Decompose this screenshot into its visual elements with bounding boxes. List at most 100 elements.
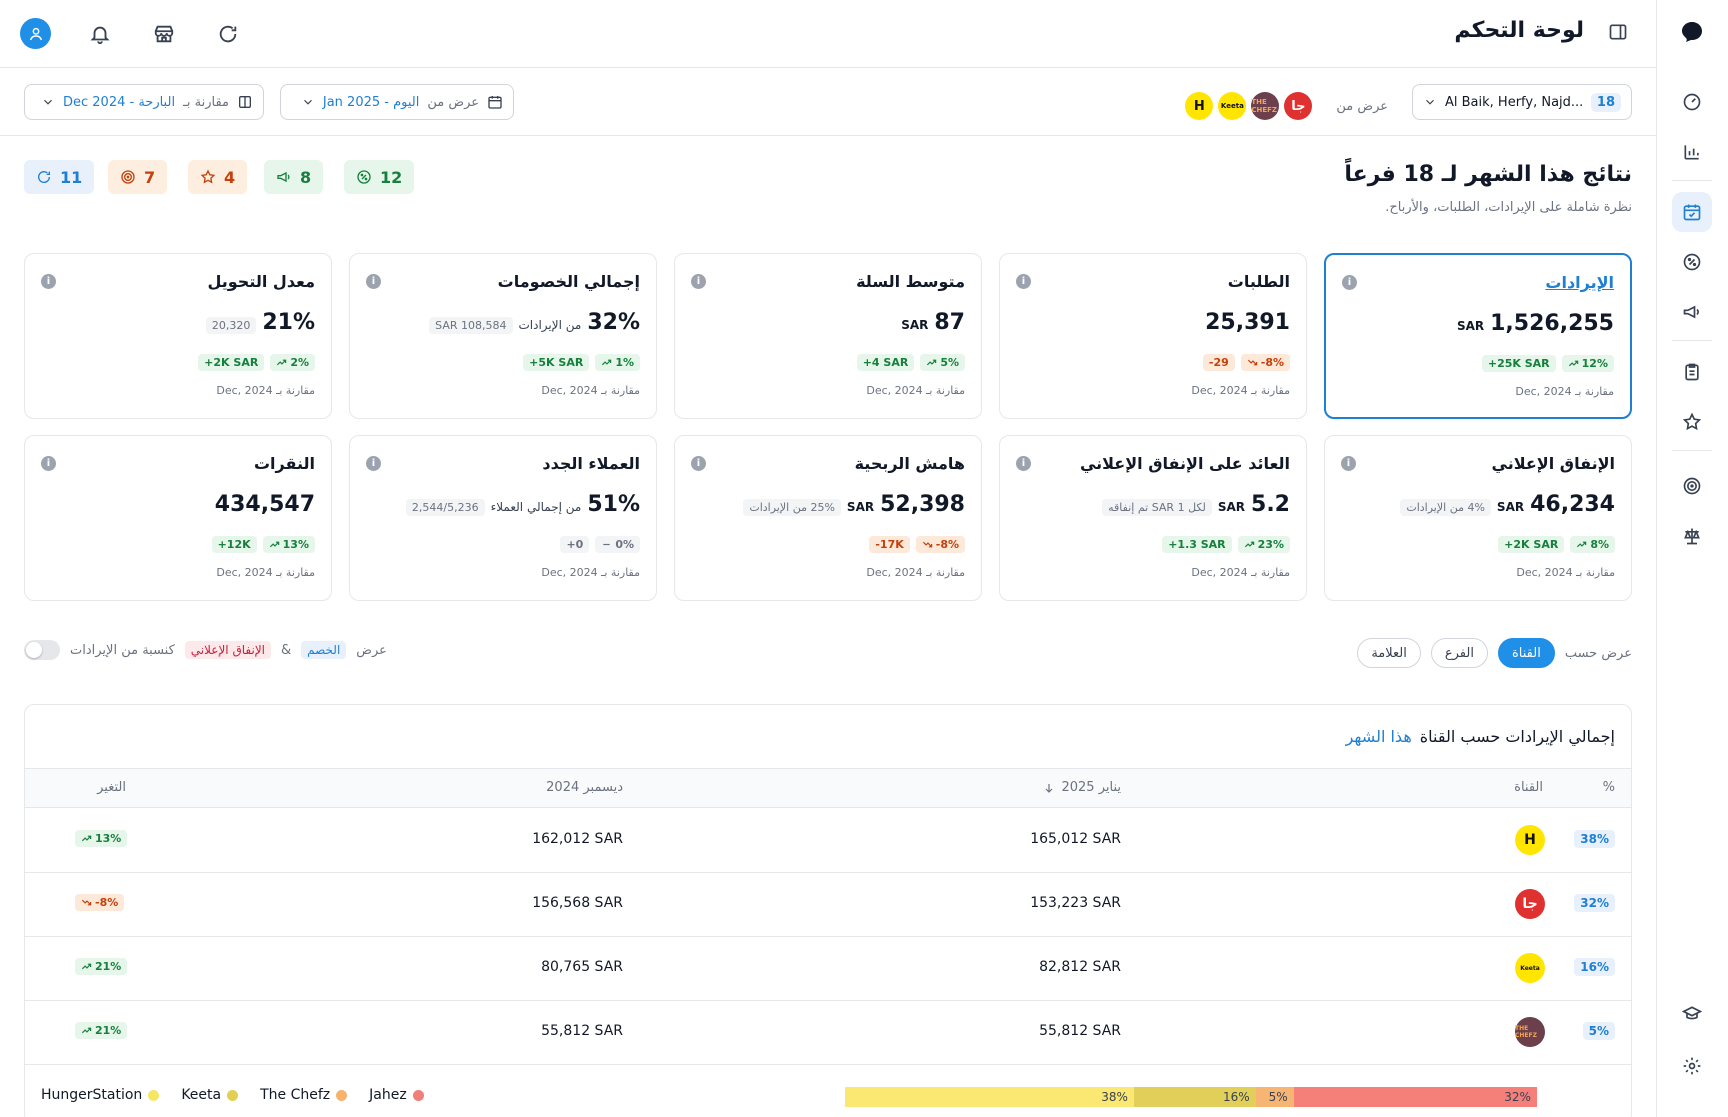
- col-pct: %: [1602, 780, 1615, 795]
- kpi-card[interactable]: النقرات i 434,547 13% +12K مقارنة بـ Dec, 202…: [24, 435, 332, 601]
- user-avatar-icon[interactable]: [20, 18, 51, 49]
- kpi-tag: لكل 1 SAR تم إنفاقه: [1102, 499, 1212, 516]
- row-pct: 38%: [1574, 830, 1615, 848]
- show-label: عرض: [356, 642, 387, 658]
- kpi-card[interactable]: هامش الربحية i 52,398 SAR 25% من الإيرادات -8…: [674, 435, 982, 601]
- kpi-deltas: 2% +2K SAR: [198, 354, 315, 371]
- gauge-icon[interactable]: [1672, 82, 1712, 122]
- channel-filter[interactable]: عرض من جا THE CHEFZ Keeta H: [1185, 92, 1388, 120]
- megaphone-icon[interactable]: [1672, 292, 1712, 332]
- trend-arrow-icon: [81, 961, 92, 972]
- bell-icon[interactable]: [83, 17, 117, 51]
- table-title-text: إجمالي الإيرادات حسب القناة: [1419, 727, 1615, 746]
- legend-item[interactable]: HungerStation: [41, 1087, 160, 1103]
- campaigns-badge[interactable]: 8: [264, 160, 324, 194]
- row-previous: 156,568 SAR: [532, 895, 623, 911]
- target-icon[interactable]: [1672, 466, 1712, 506]
- table-row[interactable]: 16% Keeta 82,812 SAR 80,765 SAR 21%: [25, 937, 1631, 1001]
- calendar-check-icon[interactable]: [1672, 192, 1712, 232]
- kpi-delta-abs: +4 SAR: [856, 354, 915, 371]
- kpi-card[interactable]: العائد على الإنفاق الإعلاني i 5.2 SAR لكل 1 …: [999, 435, 1307, 601]
- kpi-delta-pct: 0%: [595, 536, 640, 553]
- kpi-value-row: 46,234 SAR 4% من الإيرادات: [1400, 492, 1615, 517]
- kpi-unit: SAR: [1496, 500, 1525, 514]
- badge-value: 4: [224, 167, 236, 187]
- row-pct: 5%: [1582, 1022, 1615, 1040]
- kpi-delta-abs: +2K SAR: [198, 354, 265, 371]
- app-logo-icon[interactable]: [1680, 20, 1704, 44]
- overview-subtitle: نظرة شاملة على الإيرادات، الطلبات، والأر…: [1385, 200, 1632, 215]
- date-range-select[interactable]: عرض من اليوم - Jan 2025: [280, 84, 514, 120]
- row-pct: 16%: [1574, 958, 1615, 976]
- date-label: عرض من: [427, 94, 479, 110]
- info-icon[interactable]: i: [366, 456, 381, 471]
- table-row[interactable]: 32% جا 153,223 SAR 156,568 SAR -8%: [25, 873, 1631, 937]
- group-by-branch[interactable]: الفرع: [1430, 638, 1488, 668]
- table-header: % القناة يناير 2025 ديسمبر 2024 التغير: [25, 768, 1631, 808]
- col-current[interactable]: يناير 2025: [1043, 780, 1121, 795]
- gear-icon[interactable]: [1672, 1046, 1712, 1086]
- table-period[interactable]: هذا الشهر: [1346, 727, 1412, 746]
- store-icon[interactable]: [147, 17, 181, 51]
- kpi-delta-abs: +0: [560, 536, 590, 553]
- info-icon[interactable]: i: [691, 456, 706, 471]
- kpi-card[interactable]: الإيرادات i 1,526,255 SAR 12% +25K SAR مقارنة …: [1324, 253, 1632, 419]
- percent-badge-icon: [356, 169, 372, 185]
- kpi-card[interactable]: العملاء الجدد i 51% من إجمالي العملاء 2,544/…: [349, 435, 657, 601]
- targets-badge[interactable]: 7: [108, 160, 168, 194]
- info-icon[interactable]: i: [1016, 456, 1031, 471]
- legend-dot: [336, 1089, 348, 1101]
- compare-select[interactable]: مقارنة بـ البارحة - Dec 2024: [24, 84, 264, 120]
- info-icon[interactable]: i: [41, 274, 56, 289]
- kpi-compare: مقارنة بـ Dec, 2024: [1191, 566, 1290, 579]
- channel-logo-keeta[interactable]: Keeta: [1218, 92, 1247, 120]
- overview-title: نتائج هذا الشهر لـ 18 فرعاً: [1344, 162, 1632, 187]
- info-icon[interactable]: i: [366, 274, 381, 289]
- channel-logo-the-chefz[interactable]: THE CHEFZ: [1251, 92, 1280, 120]
- kpi-value: 1,526,255: [1490, 311, 1614, 336]
- legend-item[interactable]: Keeta: [181, 1087, 239, 1103]
- legend-item[interactable]: Jahez: [369, 1087, 424, 1103]
- table-row[interactable]: 5% THE CHEFZ 55,812 SAR 55,812 SAR 21%: [25, 1001, 1631, 1065]
- info-icon[interactable]: i: [1016, 274, 1031, 289]
- kpi-value: 32%: [587, 310, 640, 335]
- scale-icon[interactable]: [1672, 516, 1712, 556]
- kpi-card[interactable]: متوسط السلة i 87 SAR 5% +4 SAR مقارنة بـ Dec, …: [674, 253, 982, 419]
- info-icon[interactable]: i: [691, 274, 706, 289]
- kpi-card[interactable]: الطلبات i 25,391 -8% -29 مقارنة بـ Dec, 2024: [999, 253, 1307, 419]
- share-toggle[interactable]: [24, 640, 60, 660]
- sidebar-toggle-icon[interactable]: [1608, 22, 1628, 42]
- channel-logo-hungerstation[interactable]: H: [1185, 92, 1214, 120]
- branch-select[interactable]: 18 Al Baik, Herfy, Najd...: [1412, 84, 1632, 120]
- discounts-badge[interactable]: 12: [344, 160, 415, 194]
- kpi-card[interactable]: الإنفاق الإعلاني i 46,234 SAR 4% من الإيرادا…: [1324, 435, 1632, 601]
- kpi-title: الإنفاق الإعلاني: [1491, 454, 1615, 473]
- refresh-sparkle-icon[interactable]: [211, 17, 245, 51]
- info-icon[interactable]: i: [41, 456, 56, 471]
- kpi-delta-pct: 12%: [1561, 355, 1614, 372]
- table-row[interactable]: 38% H 165,012 SAR 162,012 SAR 13%: [25, 809, 1631, 873]
- graduation-cap-icon[interactable]: [1672, 994, 1712, 1034]
- kpi-deltas: 5% +4 SAR: [856, 354, 965, 371]
- legend-item[interactable]: The Chefz: [260, 1087, 348, 1103]
- star-icon[interactable]: [1672, 402, 1712, 442]
- bar-chart-icon[interactable]: [1672, 132, 1712, 172]
- kpi-delta-abs: +25K SAR: [1481, 355, 1556, 372]
- row-current: 153,223 SAR: [1030, 895, 1121, 911]
- info-icon[interactable]: i: [1341, 456, 1356, 471]
- kpi-compare: مقارنة بـ Dec, 2024: [541, 384, 640, 397]
- percent-badge-icon[interactable]: [1672, 242, 1712, 282]
- channel-logo-jahez[interactable]: جا: [1284, 92, 1313, 120]
- kpi-card[interactable]: إجمالي الخصومات i 32% من الإيرادات 108,584 S…: [349, 253, 657, 419]
- reviews-badge[interactable]: 4: [188, 160, 248, 194]
- info-icon[interactable]: i: [1342, 275, 1357, 290]
- trend-arrow-icon: [926, 357, 937, 368]
- kpi-card[interactable]: معدل التحويل i 21% 20,320 2% +2K SAR مقارنة بـ…: [24, 253, 332, 419]
- group-by-brand[interactable]: العلامة: [1357, 638, 1421, 668]
- group-by-channel[interactable]: القناة: [1497, 638, 1555, 668]
- trend-arrow-icon: [81, 897, 92, 908]
- clipboard-icon[interactable]: [1672, 352, 1712, 392]
- refresh-badge[interactable]: 11: [24, 160, 95, 194]
- row-current: 165,012 SAR: [1030, 831, 1121, 847]
- chevron-down-icon: [41, 95, 55, 109]
